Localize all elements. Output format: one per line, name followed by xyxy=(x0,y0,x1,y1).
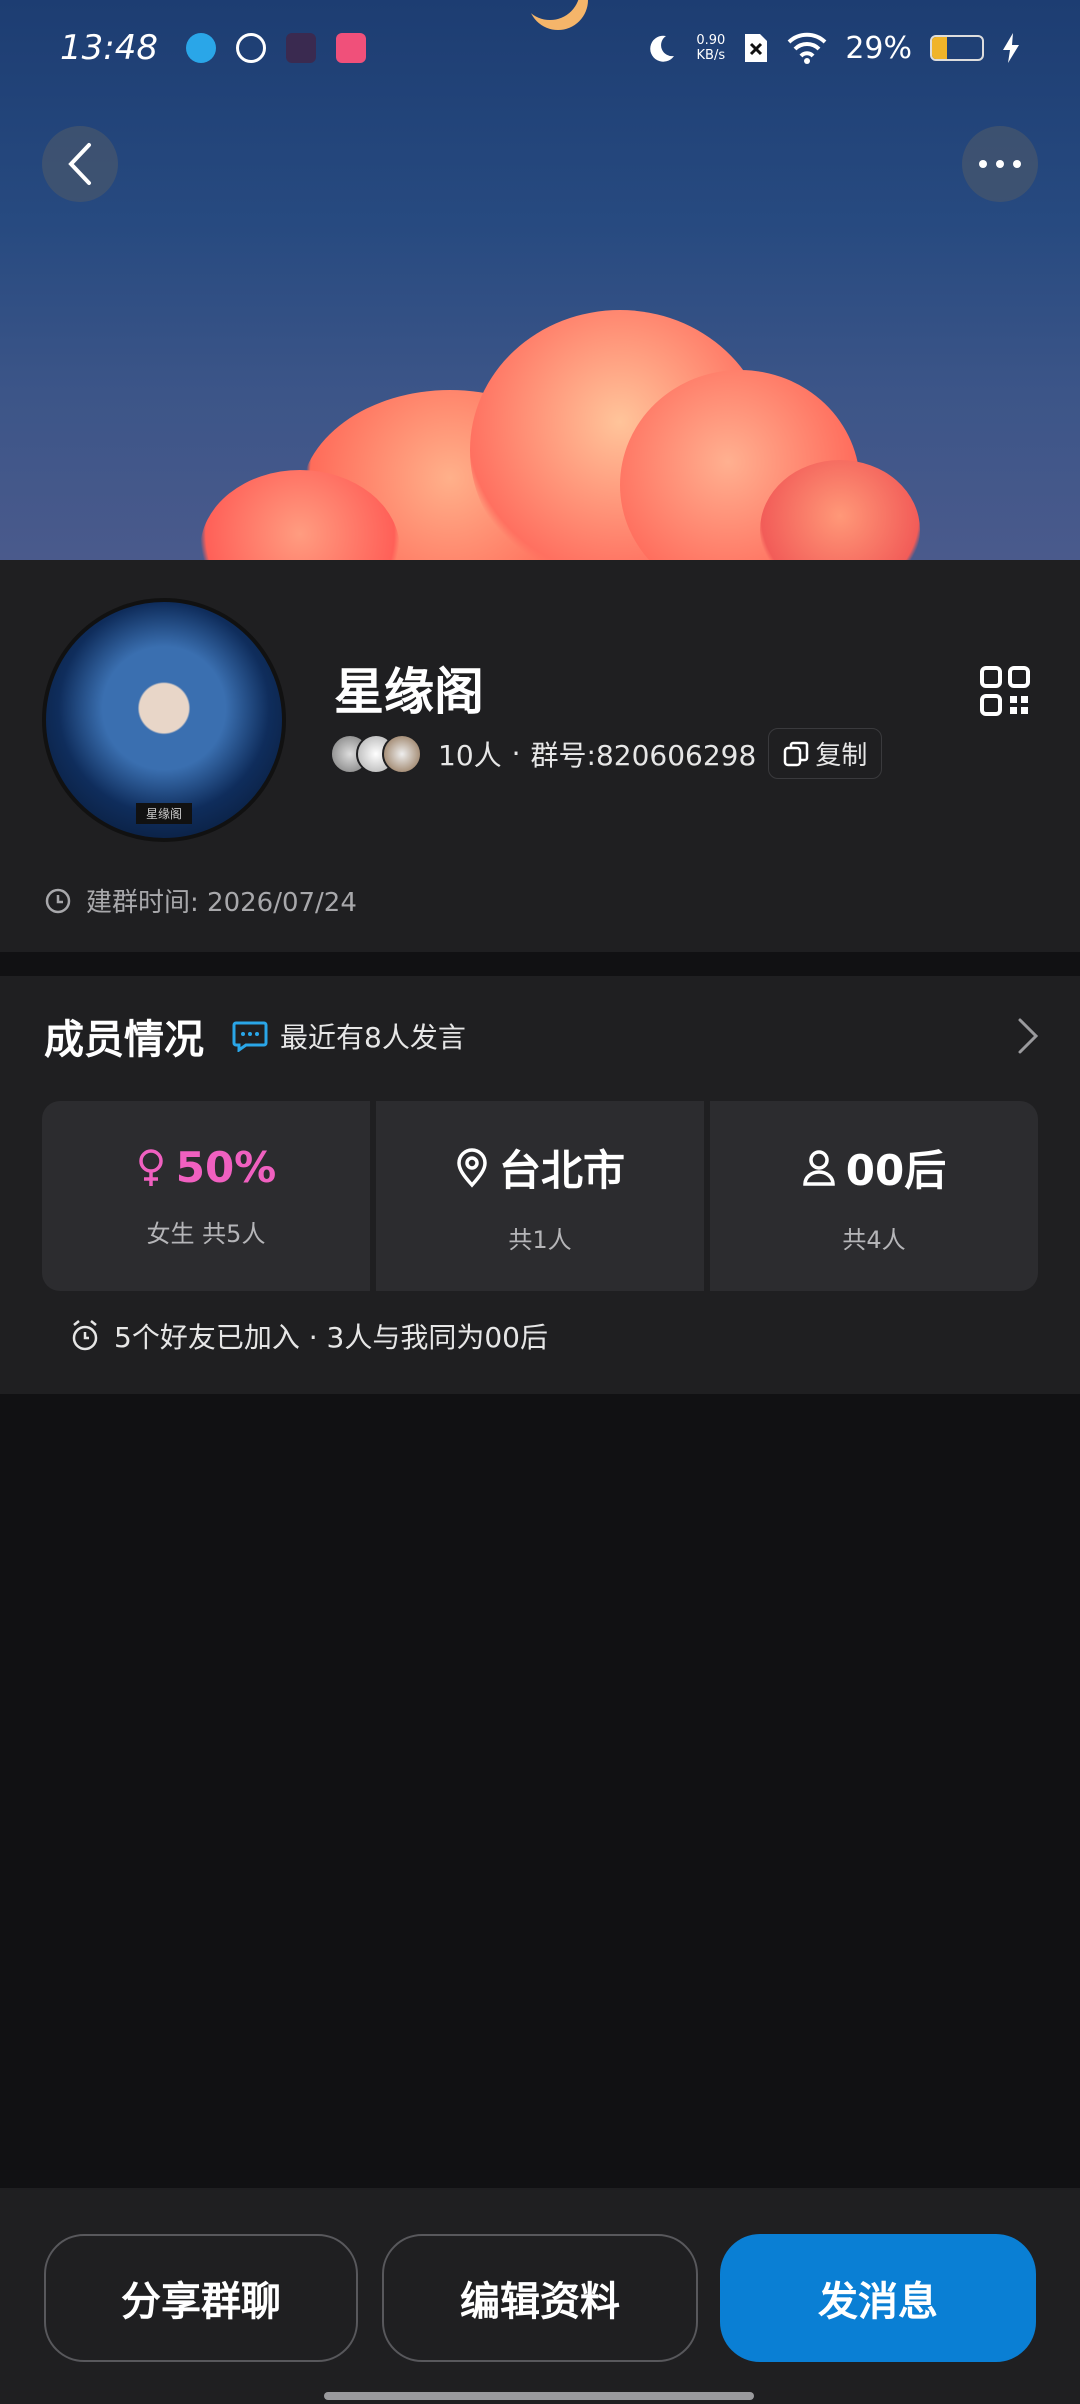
qr-code-icon xyxy=(980,666,1030,716)
do-not-disturb-moon-icon xyxy=(650,35,675,62)
no-sim-icon xyxy=(745,34,768,62)
member-stats-title: 成员情况 xyxy=(44,1017,204,1063)
stat-gender[interactable]: 50% 女生 共5人 xyxy=(42,1101,370,1291)
charging-bolt-icon xyxy=(1003,33,1019,63)
send-message-button[interactable]: 发消息 xyxy=(720,2234,1036,2362)
created-date-row: 建群时间: 2026/07/24 xyxy=(44,882,357,919)
video-app-notification-icon xyxy=(285,33,316,63)
friends-joined-text: 5个好友已加入 · 3人与我同为00后 xyxy=(114,1321,548,1354)
network-speed: 0.90 KB/s xyxy=(696,33,726,63)
member-avatars[interactable] xyxy=(330,733,422,774)
chevron-left-icon xyxy=(68,143,91,185)
member-stats-header[interactable]: 成员情况 最近有8人发言 xyxy=(44,1006,1040,1066)
status-bar: 13:48 0.90 KB/s 29% xyxy=(0,0,1080,96)
bilibili-notification-icon xyxy=(335,33,366,63)
back-button[interactable] xyxy=(42,126,118,202)
chat-bubble-icon xyxy=(232,1021,268,1052)
more-options-button[interactable] xyxy=(962,126,1038,202)
member-stats-card: 成员情况 最近有8人发言 50% 女生 共5人 台北市 共1人 00后 共4人 … xyxy=(0,976,1080,1394)
stat-location-sub: 共1人 xyxy=(508,1226,572,1254)
group-name: 星缘阁 xyxy=(334,663,484,721)
group-info-card: 星缘阁 星缘阁 10人 · 群号:820606298 复制 建群时间: 2026… xyxy=(0,560,1080,952)
edit-profile-button[interactable]: 编辑资料 xyxy=(382,2234,698,2362)
app-notification-icon xyxy=(235,33,266,63)
member-count: 10人 xyxy=(438,738,502,772)
group-number: 群号:820606298 xyxy=(530,738,757,772)
member-avatar xyxy=(382,733,422,774)
stat-location-main: 台北市 xyxy=(455,1137,625,1198)
battery-percent: 29% xyxy=(845,30,912,66)
group-meta-row: 10人 · 群号:820606298 复制 xyxy=(330,728,883,779)
battery-icon xyxy=(930,35,984,61)
person-icon xyxy=(803,1149,835,1186)
location-pin-icon xyxy=(457,1147,487,1188)
chevron-right-icon xyxy=(1018,1018,1039,1054)
avatar-tag-label: 星缘阁 xyxy=(135,803,193,824)
battery-fill xyxy=(932,37,947,59)
share-group-button[interactable]: 分享群聊 xyxy=(44,2234,358,2362)
clock-icon xyxy=(45,888,71,913)
member-stats-row: 50% 女生 共5人 台北市 共1人 00后 共4人 xyxy=(42,1101,1038,1291)
stat-gender-main: 50% xyxy=(136,1143,277,1192)
group-avatar[interactable]: 星缘阁 xyxy=(42,598,286,842)
stat-gender-value: 50% xyxy=(175,1143,277,1192)
qr-code-button[interactable] xyxy=(980,666,1030,716)
female-icon xyxy=(138,1148,163,1186)
copy-icon xyxy=(784,741,809,766)
stat-age[interactable]: 00后 共4人 xyxy=(710,1101,1038,1291)
stat-age-main: 00后 xyxy=(802,1137,946,1198)
stat-age-value: 00后 xyxy=(845,1146,947,1195)
stat-gender-sub: 女生 共5人 xyxy=(146,1220,266,1248)
copy-label: 复制 xyxy=(815,741,868,771)
friends-joined-row: 5个好友已加入 · 3人与我同为00后 xyxy=(70,1316,548,1356)
copy-group-number-button[interactable]: 复制 xyxy=(768,728,883,779)
stat-location[interactable]: 台北市 共1人 xyxy=(376,1101,704,1291)
qq-notification-icon xyxy=(185,33,216,63)
home-indicator[interactable] xyxy=(324,2392,754,2400)
stat-age-sub: 共4人 xyxy=(842,1226,906,1254)
recent-speakers-text: 最近有8人发言 xyxy=(280,1021,466,1054)
more-dots-icon xyxy=(979,160,1021,168)
recent-speakers: 最近有8人发言 xyxy=(232,1016,466,1056)
alarm-clock-icon xyxy=(72,1320,98,1351)
bottom-action-bar: 分享群聊 编辑资料 发消息 xyxy=(0,2188,1080,2404)
wifi-icon xyxy=(787,32,827,64)
status-time: 13:48 xyxy=(60,28,158,68)
created-date: 建群时间: 2026/07/24 xyxy=(86,888,357,918)
stat-location-value: 台北市 xyxy=(498,1146,625,1195)
meta-separator: · xyxy=(511,737,521,770)
